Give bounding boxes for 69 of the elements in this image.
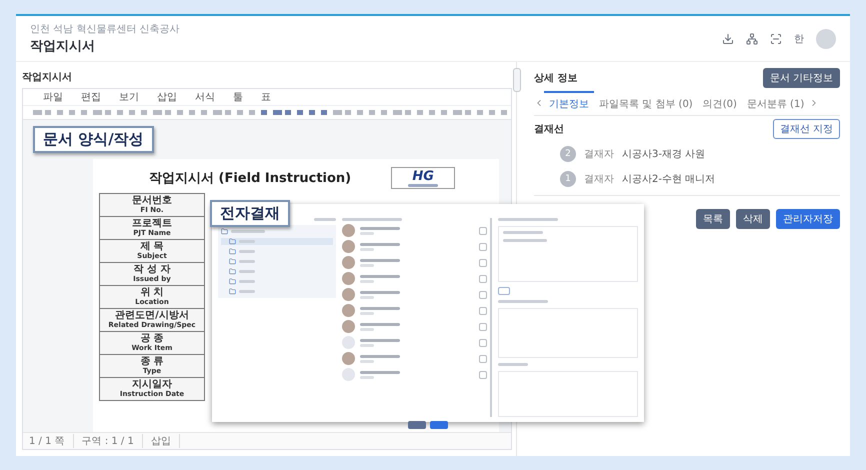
approver-name: 시공사2-수현 매니저 [622,173,716,186]
action-button[interactable]: 삭제 [736,209,770,229]
section-title: 작업지시서 [22,71,73,84]
avatar [342,304,355,317]
checkbox[interactable] [479,226,487,234]
download-icon[interactable] [722,32,734,44]
folder-icon [221,228,228,235]
callout-label: 전자결재 [210,200,290,227]
language-button[interactable]: 한 [794,32,804,46]
menu-item[interactable]: 파일 [43,90,63,104]
approver-name: 시공사3-재경 사원 [622,148,706,161]
action-button[interactable]: 관리자저장 [776,209,840,229]
checkbox[interactable] [479,370,487,378]
folder-icon [229,278,236,285]
scan-icon[interactable] [770,32,782,44]
action-button[interactable]: 목록 [696,209,730,229]
checkbox[interactable] [479,306,487,314]
approver-role: 결재자 [584,148,614,161]
breadcrumb: 인천 석남 혁신물류센터 신축공사 [30,23,180,36]
tab[interactable]: 의견(0) [698,91,742,115]
menu-item[interactable]: 보기 [119,90,139,104]
checkbox[interactable] [479,354,487,362]
menu-item[interactable]: 삽입 [157,90,177,104]
extra-info-button[interactable]: 문서 기타정보 [762,68,840,88]
step-number: 1 [560,171,576,187]
status-text: 구역 : 1 / 1 [82,434,143,448]
hierarchy-icon[interactable] [746,32,758,44]
checkbox[interactable] [479,274,487,282]
avatar[interactable] [816,28,836,48]
document-title: 작업지시서 (Field Instruction) [149,170,352,187]
menu-item[interactable]: 편집 [81,90,101,104]
folder-icon [229,238,236,245]
close-button[interactable] [408,421,426,429]
step-number: 2 [560,146,576,162]
tab[interactable]: 문서분류 (1) [742,91,810,115]
avatar [342,368,355,381]
checkbox[interactable] [479,242,487,250]
checkbox[interactable] [479,322,487,330]
checkbox[interactable] [479,290,487,298]
avatar [342,288,355,301]
section-title: 결재선 [534,123,564,136]
menu-item[interactable]: 표 [261,90,271,104]
menu-item[interactable]: 툴 [233,90,243,104]
splitter-handle[interactable] [513,68,521,92]
folder-icon [229,288,236,295]
menu-item[interactable]: 서식 [195,90,215,104]
avatar [342,256,355,269]
callout-label: 문서 양식/작성 [33,126,154,153]
apply-button[interactable] [430,421,448,429]
folder-icon [229,258,236,265]
checkbox[interactable] [479,338,487,346]
tab[interactable]: 파일목록 및 첨부 (0) [594,91,698,115]
checkbox[interactable] [479,258,487,266]
folder-icon [229,248,236,255]
status-text: 1 / 1 쪽 [29,434,74,448]
tab[interactable]: 기본정보 [544,91,594,115]
assign-approval-button[interactable]: 결재선 지정 [772,119,840,139]
avatar [342,320,355,333]
approver-role: 결재자 [584,173,614,186]
avatar [342,352,355,365]
panel-title: 상세 정보 [534,72,578,85]
avatar [342,272,355,285]
company-logo: HG [391,167,456,189]
folder-icon [229,268,236,275]
avatar [342,224,355,237]
avatar [342,336,355,349]
avatar [342,240,355,253]
page-title: 작업지시서 [30,38,96,55]
status-text: 삽입 [150,434,180,448]
